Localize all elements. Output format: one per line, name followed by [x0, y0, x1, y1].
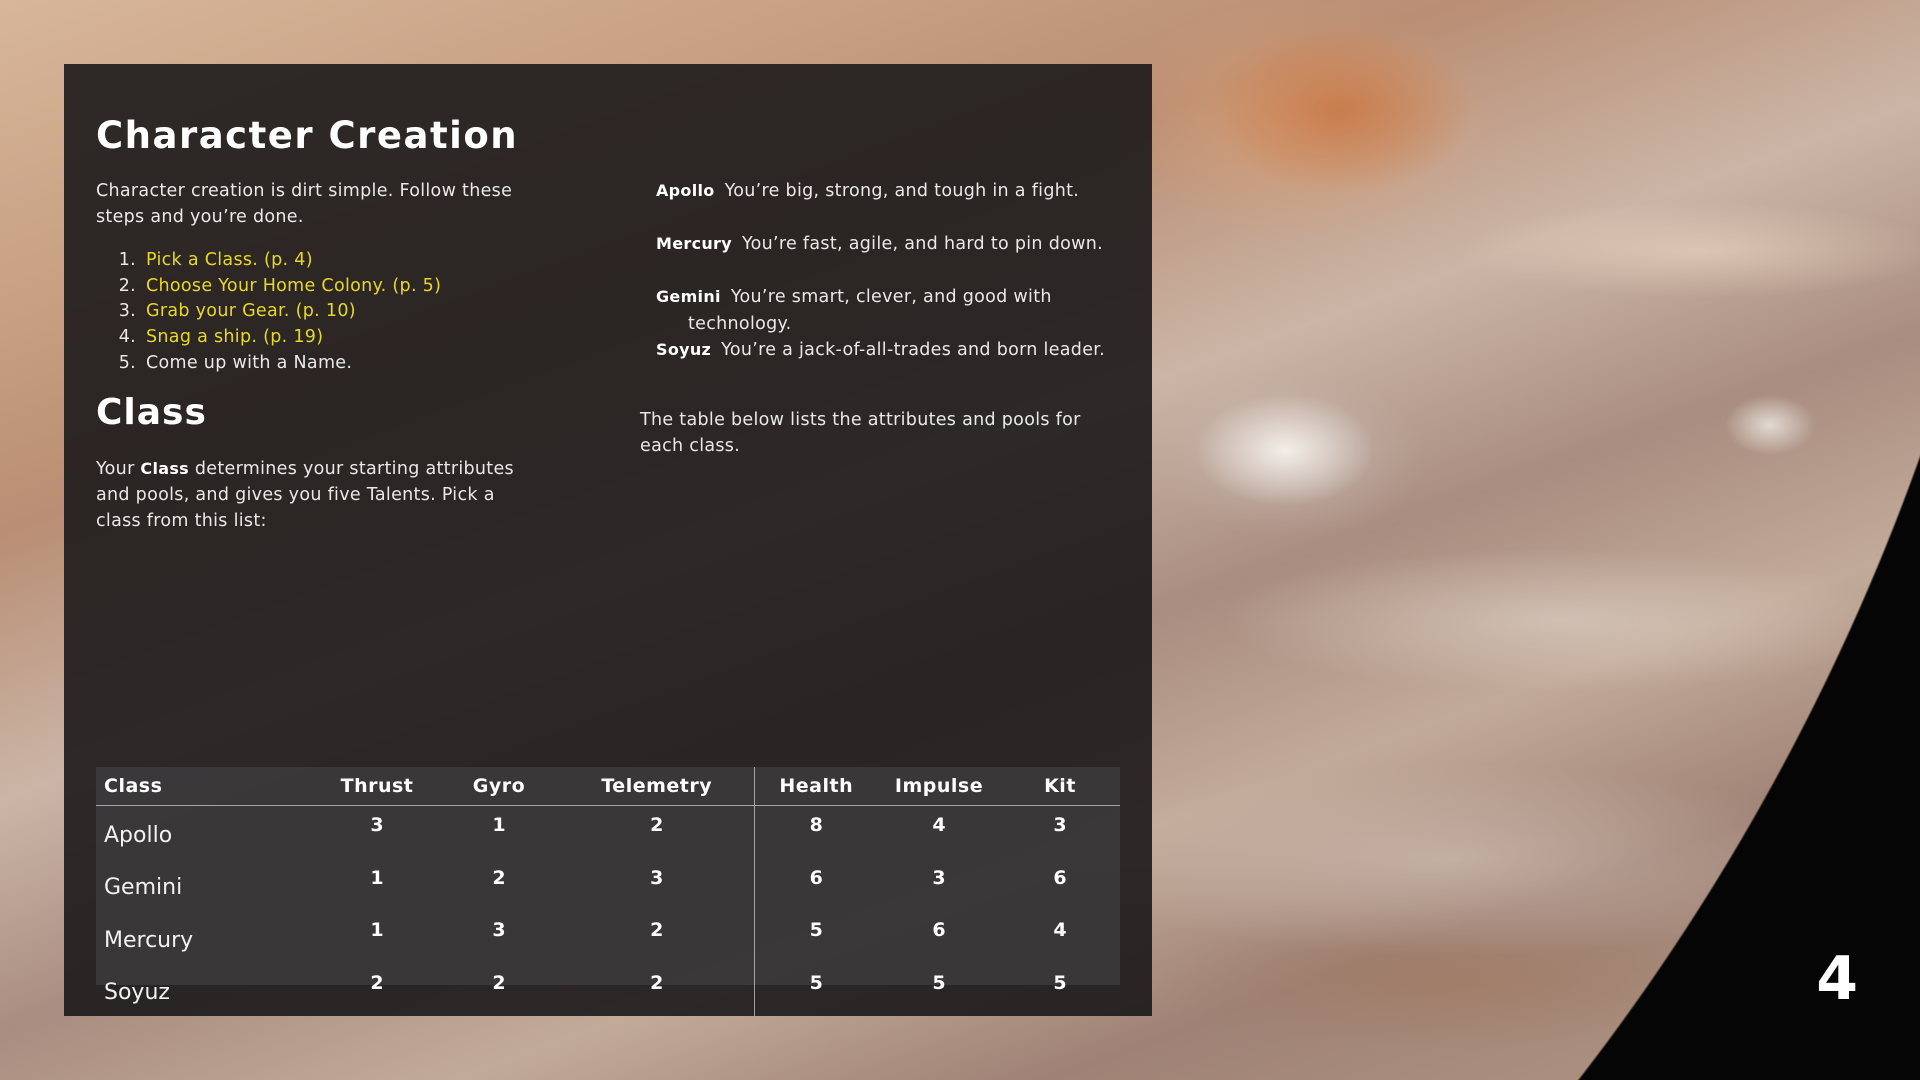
steps-list: 1. Pick a Class. (p. 4) 2. Choose Your Hom…	[112, 248, 441, 377]
header-kit: Kit	[1000, 767, 1120, 806]
step-item[interactable]: 2. Choose Your Home Colony. (p. 5)	[112, 274, 441, 300]
class-term: Class	[140, 459, 189, 478]
header-telemetry: Telemetry	[560, 767, 754, 806]
table-row: Mercury 1 3 2 5 6 4	[96, 911, 1120, 964]
step-link[interactable]: Choose Your Home Colony. (p. 5)	[146, 274, 441, 300]
step-text: Come up with a Name.	[146, 352, 353, 373]
table-row: Gemini 1 2 3 6 3 6	[96, 858, 1120, 911]
page-title: Character Creation	[96, 114, 519, 157]
step-link[interactable]: Snag a ship. (p. 19)	[146, 325, 323, 351]
class-def-apollo: Apollo You’re big, strong, and tough in a…	[656, 181, 1080, 201]
class-def-soyuz: Soyuz You’re a jack-of-all-trades and bor…	[656, 340, 1106, 360]
class-def-gemini: Gemini You’re smart, clever, and good wit…	[656, 287, 1052, 334]
table-intro: The table below lists the attributes and…	[640, 410, 1081, 456]
header-impulse: Impulse	[878, 767, 1000, 806]
class-table: Class Thrust Gyro Telemetry Health Impul…	[96, 767, 1120, 1016]
step-link[interactable]: Pick a Class. (p. 4)	[146, 248, 313, 274]
header-gyro: Gyro	[438, 767, 560, 806]
step-link[interactable]: Grab your Gear. (p. 10)	[146, 299, 356, 325]
table-row: Apollo 3 1 2 8 4 3	[96, 805, 1120, 859]
step-item[interactable]: 4. Snag a ship. (p. 19)	[112, 325, 441, 351]
step-item: 5. Come up with a Name.	[112, 351, 441, 377]
intro-text: Character creation is dirt simple. Follo…	[96, 181, 513, 227]
page-number: 4	[1816, 944, 1858, 1014]
table-header-row: Class Thrust Gyro Telemetry Health Impul…	[96, 767, 1120, 806]
content-panel: Character Creation Character creation is…	[64, 64, 1152, 1016]
header-health: Health	[753, 767, 878, 806]
header-class: Class	[96, 767, 316, 806]
class-heading: Class	[96, 392, 207, 433]
step-item[interactable]: 1. Pick a Class. (p. 4)	[112, 248, 441, 274]
class-def-mercury: Mercury You’re fast, agile, and hard to p…	[656, 234, 1103, 254]
class-paragraph: Your Class determines your starting attr…	[96, 459, 514, 531]
step-item[interactable]: 3. Grab your Gear. (p. 10)	[112, 299, 441, 325]
header-thrust: Thrust	[316, 767, 438, 806]
table-row: Soyuz 2 2 2 5 5 5	[96, 963, 1120, 1016]
